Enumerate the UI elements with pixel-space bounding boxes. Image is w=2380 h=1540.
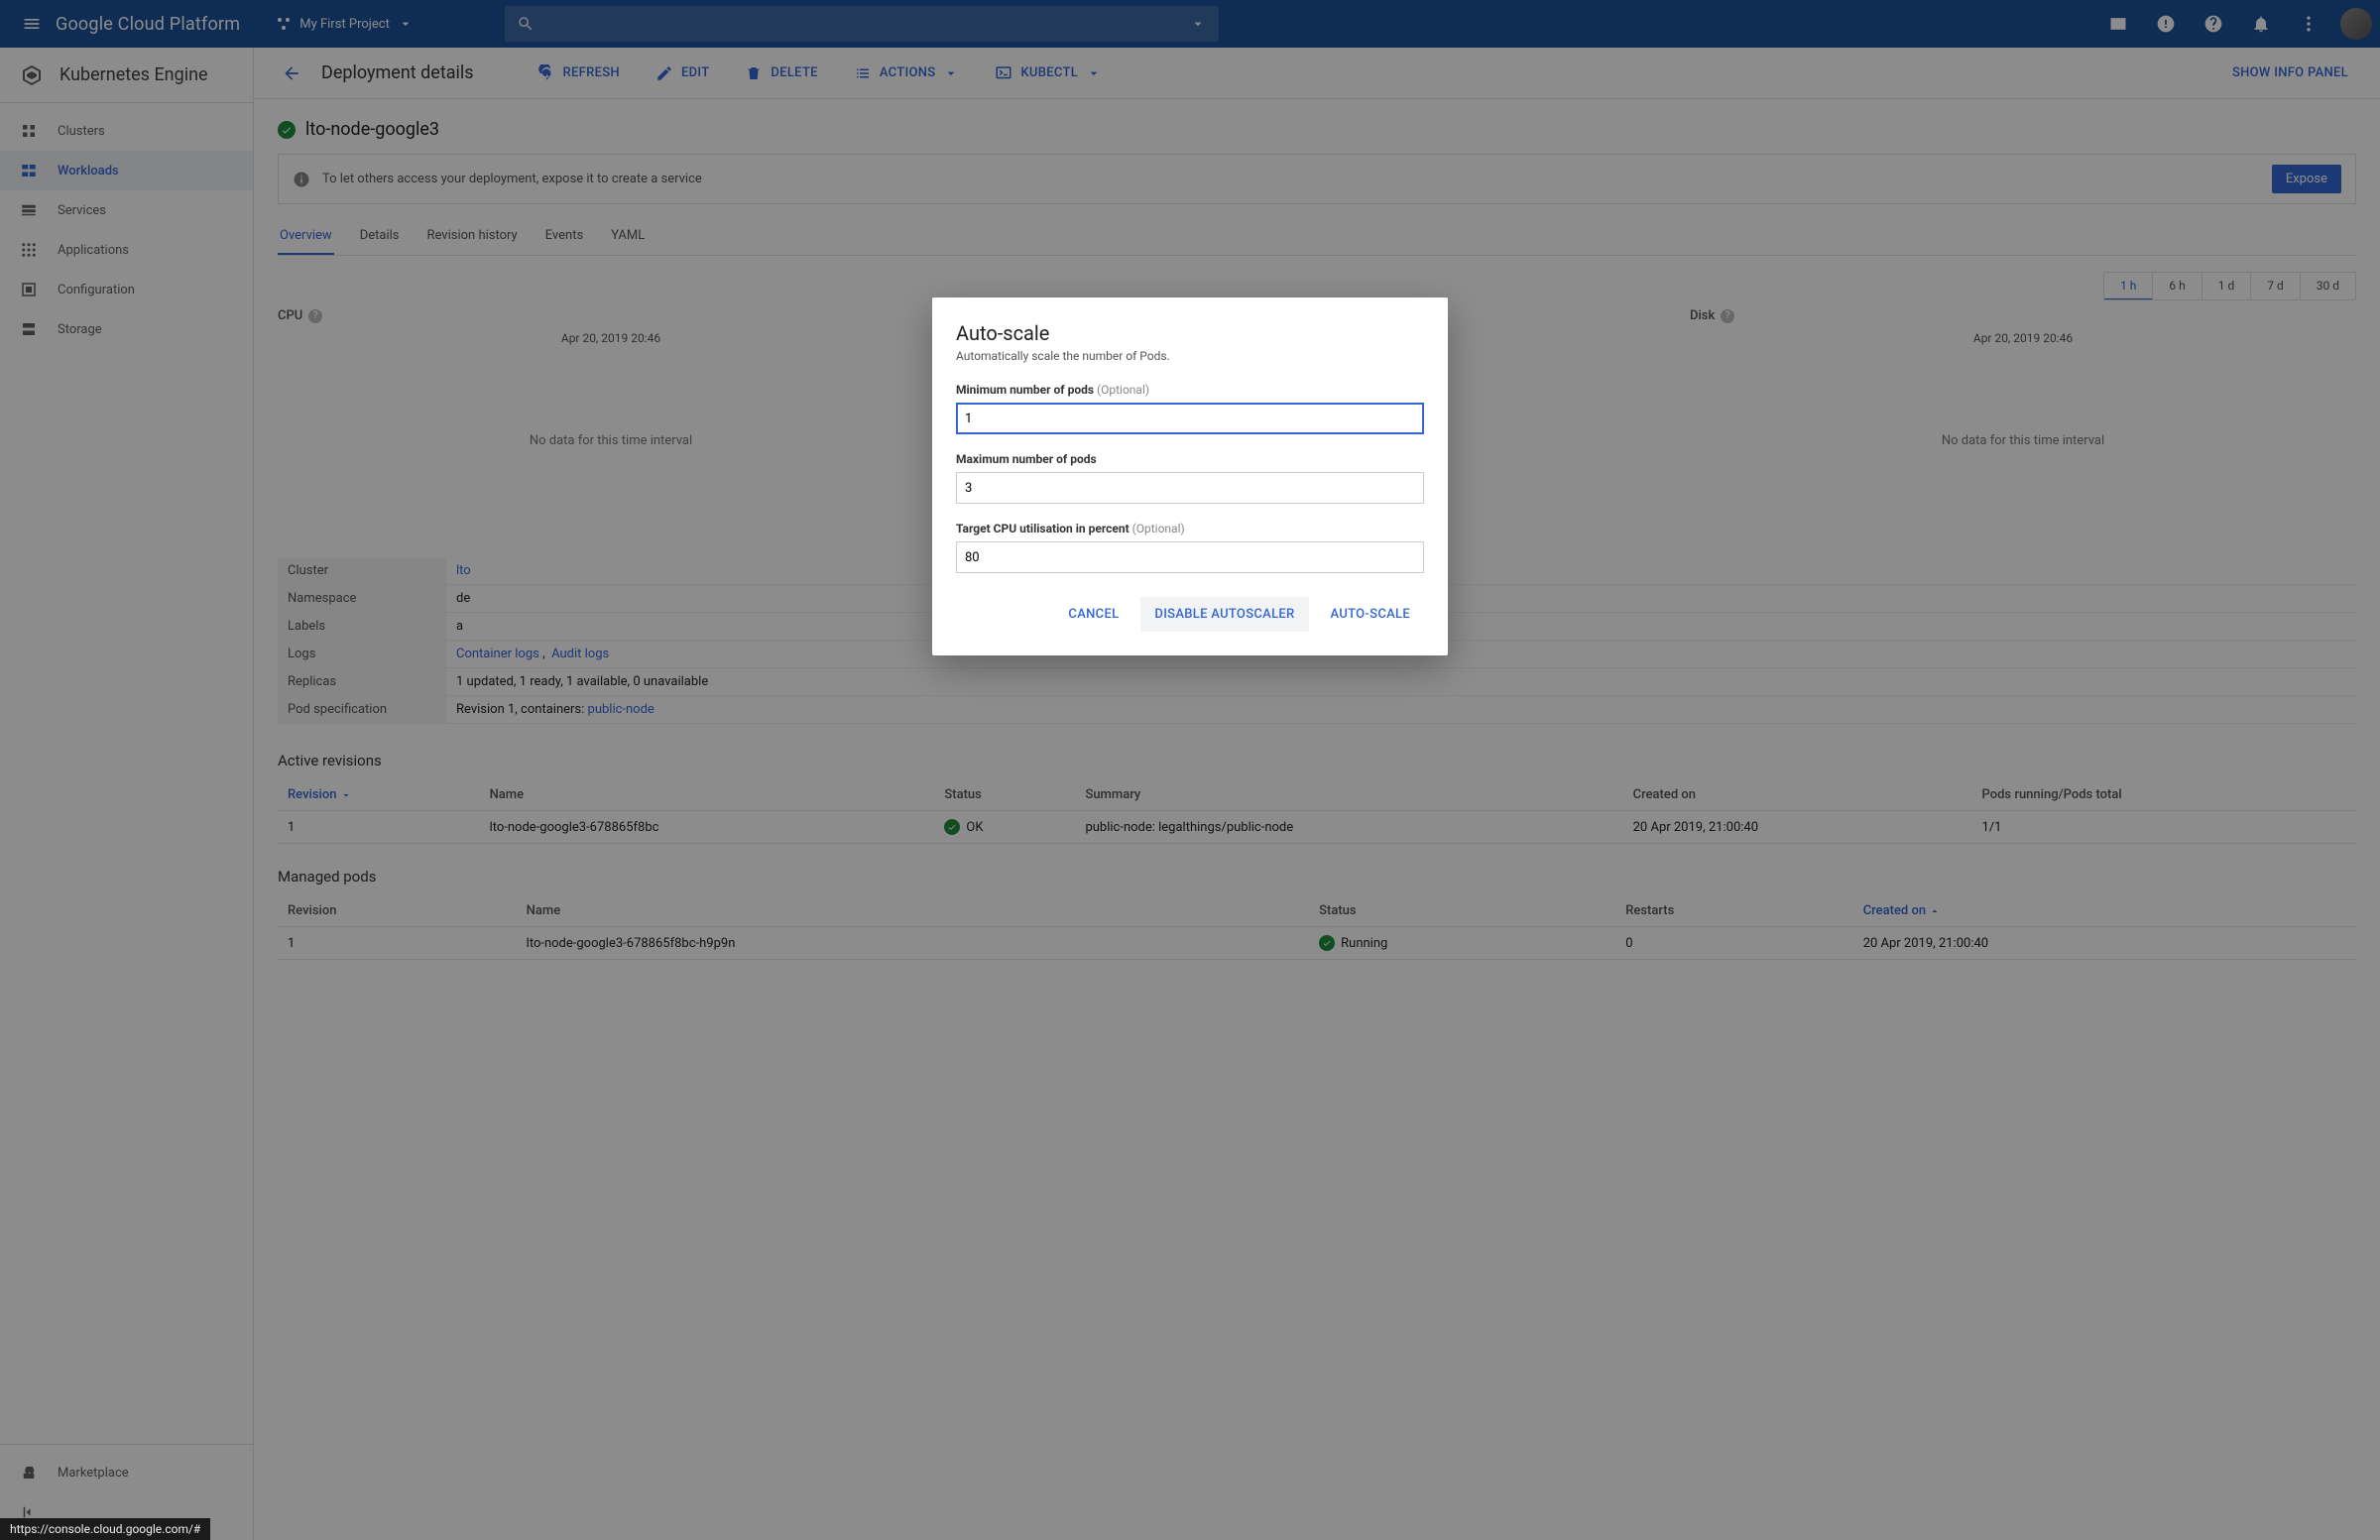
field-min-pods: Minimum number of pods (Optional) xyxy=(956,383,1424,434)
dialog-actions: Cancel Disable Autoscaler Auto-scale xyxy=(956,597,1424,632)
dialog-subtitle: Automatically scale the number of Pods. xyxy=(956,349,1424,363)
dialog-title: Auto-scale xyxy=(956,321,1424,345)
disable-autoscaler-button[interactable]: Disable Autoscaler xyxy=(1140,597,1308,632)
input-target-cpu[interactable] xyxy=(956,541,1424,573)
field-target-cpu: Target CPU utilisation in percent (Optio… xyxy=(956,522,1424,573)
label-max-pods: Maximum number of pods xyxy=(956,452,1424,466)
label-min-pods: Minimum number of pods (Optional) xyxy=(956,383,1424,397)
cancel-button[interactable]: Cancel xyxy=(1054,597,1132,632)
field-max-pods: Maximum number of pods xyxy=(956,452,1424,504)
status-bar: https://console.cloud.google.com/# xyxy=(0,1518,210,1540)
autoscale-dialog: Auto-scale Automatically scale the numbe… xyxy=(932,297,1448,655)
label-target-cpu: Target CPU utilisation in percent (Optio… xyxy=(956,522,1424,535)
input-min-pods[interactable] xyxy=(956,403,1424,434)
dialog-scrim[interactable] xyxy=(0,0,2380,1540)
input-max-pods[interactable] xyxy=(956,472,1424,504)
autoscale-button[interactable]: Auto-scale xyxy=(1317,597,1424,632)
